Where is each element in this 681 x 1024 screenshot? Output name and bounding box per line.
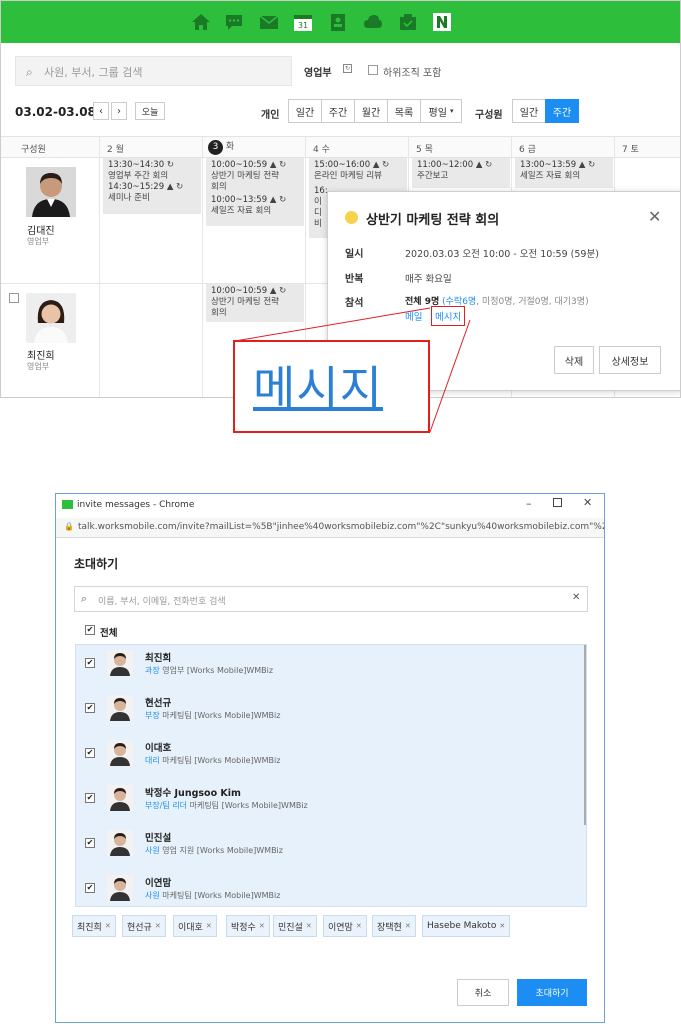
list-item[interactable]: ✔ 이대호 대리 마케팅팀 [Works Mobile]WMBiz (75, 734, 587, 779)
invite-button[interactable]: 초대하기 (517, 979, 587, 1006)
cancel-button[interactable]: 취소 (457, 979, 509, 1006)
invitee-info: 부장 마케팅팀 [Works Mobile]WMBiz (145, 710, 280, 721)
invitee-org: 영업부 [Works Mobile]WMBiz (162, 666, 274, 675)
invite-search-input[interactable]: ⌕ 이름, 부서, 이메일, 전화번호 검색 ✕ (74, 586, 588, 612)
list-item[interactable]: ✔ 박정수 Jungsoo Kim 부장/팀 리더 마케팅팀 [Works Mo… (75, 779, 587, 824)
app-icon (62, 500, 73, 509)
maximize-icon[interactable] (553, 498, 562, 507)
remove-chip-icon[interactable]: ✕ (206, 922, 212, 930)
invitee-name: 현선규 (145, 698, 172, 709)
remove-chip-icon[interactable]: ✕ (306, 922, 312, 930)
lock-icon: 🔒 (64, 522, 74, 531)
url-bar[interactable]: 🔒 talk.worksmobile.com/invite?mailList=%… (56, 518, 604, 538)
selected-chip[interactable]: 장택현 ✕ (372, 915, 416, 937)
invitee-info: 대리 마케팅팀 [Works Mobile]WMBiz (145, 755, 280, 766)
remove-chip-icon[interactable]: ✕ (259, 922, 265, 930)
invitee-name: 민진설 (145, 833, 172, 844)
person-checkbox[interactable]: ✔ (85, 883, 95, 893)
invitee-org: 마케팅팀 [Works Mobile]WMBiz (162, 711, 281, 720)
invitee-title: 사원 (145, 846, 160, 855)
invitee-org: 마케팅팀 [Works Mobile]WMBiz (162, 756, 281, 765)
person-checkbox[interactable]: ✔ (85, 838, 95, 848)
avatar (107, 785, 133, 811)
select-all-label: 전체 (100, 628, 118, 639)
dialog-heading: 초대하기 (74, 557, 119, 571)
invitee-title: 과장 (145, 666, 160, 675)
invitee-name: 이대호 (145, 743, 172, 754)
selected-chip[interactable]: 민진설 ✕ (273, 915, 317, 937)
selected-chip[interactable]: 현선규 ✕ (122, 915, 166, 937)
person-checkbox[interactable]: ✔ (85, 748, 95, 758)
window-titlebar: invite messages - Chrome – ✕ (56, 494, 604, 518)
avatar (107, 740, 133, 766)
selected-chip[interactable]: Hasebe Makoto ✕ (422, 915, 511, 937)
person-checkbox[interactable]: ✔ (85, 658, 95, 668)
zoom-callout: 메시지 (233, 340, 430, 433)
invitee-org: 마케팅팀 [Works Mobile]WMBiz (189, 801, 308, 810)
selected-chip[interactable]: 최진희 ✕ (72, 915, 116, 937)
window-title: invite messages - Chrome (77, 500, 195, 510)
remove-chip-icon[interactable]: ✕ (405, 922, 411, 930)
selected-chip[interactable]: 박정수 ✕ (226, 915, 270, 937)
search-icon: ⌕ (81, 592, 88, 605)
list-item[interactable]: ✔ 최진희 과장 영업부 [Works Mobile]WMBiz (75, 644, 587, 689)
invitee-org: 영업 지원 [Works Mobile]WMBiz (162, 846, 283, 855)
list-item[interactable]: ✔ 민진설 사원 영업 지원 [Works Mobile]WMBiz (75, 824, 587, 869)
invitee-info: 부장/팀 리더 마케팅팀 [Works Mobile]WMBiz (145, 800, 308, 811)
invitee-info: 과장 영업부 [Works Mobile]WMBiz (145, 665, 273, 676)
remove-chip-icon[interactable]: ✕ (356, 922, 362, 930)
invitee-title: 사원 (145, 891, 160, 900)
invitee-info: 사원 마케팅팀 [Works Mobile]WMBiz (145, 890, 280, 901)
invitee-info: 사원 영업 지원 [Works Mobile]WMBiz (145, 845, 283, 856)
invitee-title: 부장/팀 리더 (145, 801, 188, 810)
invite-window: invite messages - Chrome – ✕ 🔒 talk.work… (55, 493, 605, 1023)
remove-chip-icon[interactable]: ✕ (499, 922, 505, 930)
avatar (107, 695, 133, 721)
list-item[interactable]: ✔ 현선규 부장 마케팅팀 [Works Mobile]WMBiz (75, 689, 587, 734)
invitee-title: 부장 (145, 711, 160, 720)
avatar (107, 875, 133, 901)
list-item[interactable]: ✔ 이연맘 사원 마케팅팀 [Works Mobile]WMBiz (75, 869, 587, 914)
person-checkbox[interactable]: ✔ (85, 703, 95, 713)
remove-chip-icon[interactable]: ✕ (155, 922, 161, 930)
avatar (107, 830, 133, 856)
invitee-name: 최진희 (145, 653, 172, 664)
selected-chip[interactable]: 이대호 ✕ (173, 915, 217, 937)
invitee-name: 이연맘 (145, 878, 172, 889)
minimize-icon[interactable]: – (526, 497, 532, 510)
select-all-checkbox[interactable]: ✔ (85, 625, 95, 635)
remove-chip-icon[interactable]: ✕ (105, 922, 111, 930)
close-window-icon[interactable]: ✕ (583, 496, 592, 509)
invitee-title: 대리 (145, 756, 160, 765)
selected-chip[interactable]: 이연맘 ✕ (323, 915, 367, 937)
invitee-name: 박정수 Jungsoo Kim (145, 788, 241, 799)
clear-icon[interactable]: ✕ (572, 592, 580, 603)
zoom-text: 메시지 (253, 361, 383, 415)
avatar (107, 650, 133, 676)
person-checkbox[interactable]: ✔ (85, 793, 95, 803)
invitee-org: 마케팅팀 [Works Mobile]WMBiz (162, 891, 281, 900)
